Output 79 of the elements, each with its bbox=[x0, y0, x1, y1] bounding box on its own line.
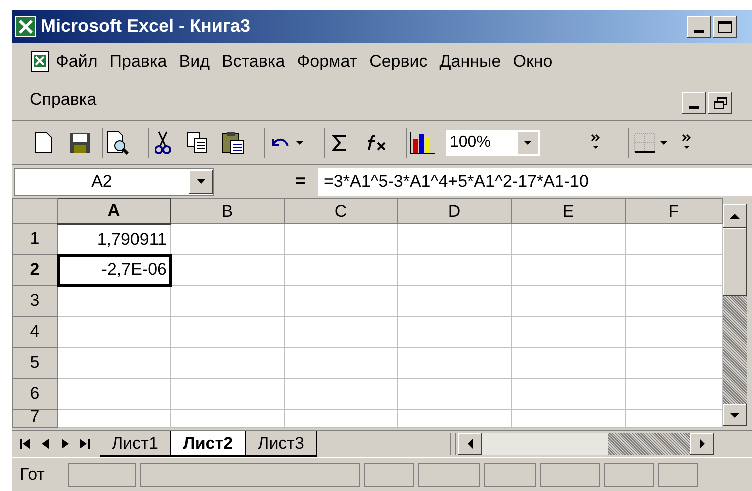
down-arrow-icon bbox=[730, 412, 740, 418]
restore-button[interactable] bbox=[708, 92, 732, 114]
caret-icon bbox=[196, 179, 206, 184]
sheet-tab[interactable]: Лист2 bbox=[171, 431, 246, 457]
print-preview-icon bbox=[106, 130, 130, 154]
row-header[interactable]: 2 bbox=[12, 254, 58, 286]
scissors-icon bbox=[154, 130, 170, 154]
first-icon bbox=[20, 439, 30, 449]
minimize-icon bbox=[694, 30, 704, 32]
row-header[interactable]: 7 bbox=[12, 410, 58, 428]
edit-formula-button[interactable]: = bbox=[218, 168, 314, 196]
chart-wizard-button[interactable] bbox=[406, 128, 438, 158]
minimize-button[interactable] bbox=[687, 16, 711, 38]
column-header[interactable]: A bbox=[58, 198, 170, 224]
function-icon bbox=[366, 134, 388, 152]
row-header[interactable]: 6 bbox=[12, 378, 58, 410]
app-icon bbox=[15, 16, 37, 38]
status-panel bbox=[68, 462, 136, 486]
scroll-up-button[interactable] bbox=[723, 204, 747, 228]
column-header[interactable]: F bbox=[626, 198, 722, 224]
zoom-dropdown[interactable]: 100% bbox=[446, 130, 540, 156]
column-header[interactable]: B bbox=[170, 198, 284, 224]
bar-chart-icon bbox=[410, 130, 436, 154]
up-arrow-icon bbox=[730, 214, 740, 218]
row-header[interactable]: 3 bbox=[12, 286, 58, 316]
left-arrow-icon bbox=[42, 439, 48, 449]
menu-item[interactable]: Файл bbox=[56, 49, 98, 75]
row-header[interactable]: 5 bbox=[12, 348, 58, 378]
status-panel bbox=[364, 462, 414, 486]
formula-field[interactable]: =3*A1^5-3*A1^4+5*A1^2-17*A1-10 bbox=[318, 168, 752, 196]
column-header[interactable]: D bbox=[398, 198, 512, 224]
right-arrow-icon bbox=[62, 439, 68, 449]
scroll-down-button[interactable] bbox=[723, 404, 747, 426]
save-icon bbox=[69, 132, 91, 154]
scrollbar-thumb[interactable] bbox=[723, 228, 747, 296]
restore-icon bbox=[714, 97, 726, 109]
row-header[interactable]: 4 bbox=[12, 316, 58, 348]
workbook-icon bbox=[30, 51, 52, 73]
borders-icon bbox=[634, 132, 656, 152]
maximize-icon bbox=[718, 20, 732, 32]
menu-item[interactable]: Сервис bbox=[370, 49, 428, 75]
status-panel bbox=[540, 462, 600, 486]
sheet-tab[interactable]: Лист3 bbox=[246, 431, 318, 457]
menu-item[interactable]: Вид bbox=[179, 49, 210, 75]
caret-icon bbox=[296, 140, 304, 144]
minimize-icon bbox=[689, 106, 699, 109]
status-panel bbox=[418, 462, 480, 486]
caret-icon bbox=[660, 140, 668, 144]
menu-item[interactable]: Окно bbox=[513, 49, 553, 75]
cell[interactable]: -2,7E-06 bbox=[58, 254, 170, 286]
right-arrow-icon bbox=[700, 439, 704, 449]
copy-icon bbox=[187, 132, 209, 154]
menu-item[interactable]: Справка bbox=[30, 87, 97, 113]
print-preview-button[interactable] bbox=[102, 128, 132, 158]
column-header[interactable]: E bbox=[512, 198, 626, 224]
menu-item[interactable]: Правка bbox=[110, 49, 168, 75]
menu-item[interactable]: Данные bbox=[440, 49, 502, 75]
scroll-right-button[interactable] bbox=[690, 433, 714, 455]
menu-item[interactable]: Вставка bbox=[222, 49, 286, 75]
maximize-button[interactable] bbox=[713, 16, 737, 38]
sigma-icon bbox=[332, 134, 348, 152]
menu-item[interactable]: Формат bbox=[297, 49, 358, 75]
scroll-left-button[interactable] bbox=[458, 433, 482, 455]
status-text: Гот bbox=[20, 464, 46, 486]
status-panel bbox=[658, 462, 698, 486]
status-panel bbox=[484, 462, 536, 486]
minimize-button[interactable] bbox=[682, 92, 706, 114]
left-arrow-icon bbox=[468, 439, 472, 449]
row-header[interactable]: 1 bbox=[12, 224, 58, 254]
scrollbar-thumb[interactable] bbox=[608, 433, 690, 455]
new-document-icon bbox=[35, 132, 53, 154]
window-title: Microsoft Excel - Книга3 bbox=[41, 15, 250, 38]
caret-icon bbox=[524, 140, 532, 144]
status-panel bbox=[604, 462, 654, 486]
sheet-tab[interactable]: Лист1 bbox=[100, 431, 172, 457]
name-box[interactable]: A2 bbox=[14, 168, 214, 196]
last-icon bbox=[80, 439, 90, 449]
column-header[interactable]: C bbox=[284, 198, 398, 224]
clipboard-icon bbox=[222, 130, 246, 154]
